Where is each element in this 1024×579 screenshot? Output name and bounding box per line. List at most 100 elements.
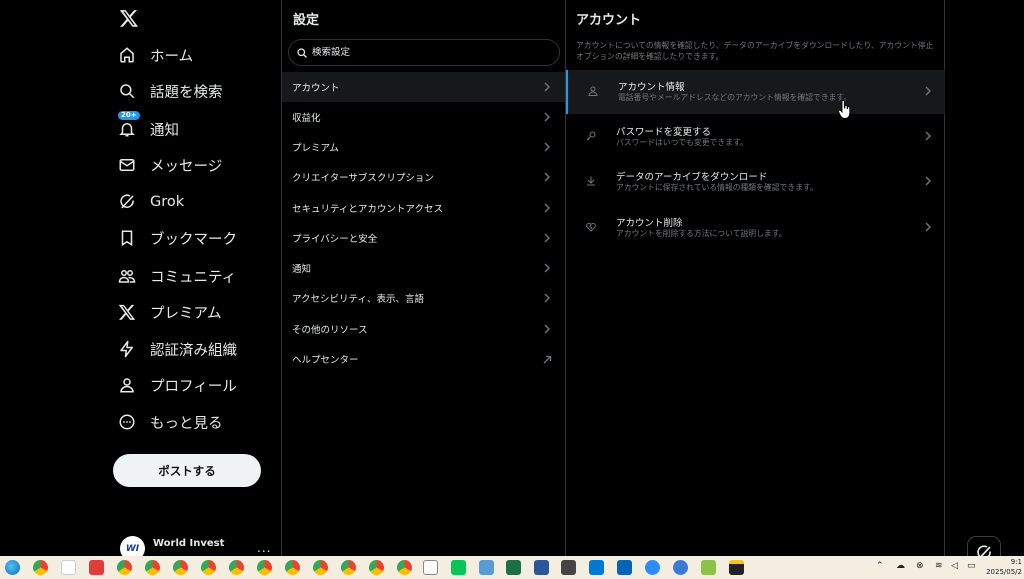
settings-item-resources[interactable]: その他のリソース (282, 314, 565, 344)
battery-icon[interactable]: ▭ (967, 561, 976, 571)
slack-icon[interactable] (61, 560, 76, 575)
settings-search[interactable] (288, 39, 560, 66)
x-logo-icon[interactable] (118, 8, 140, 28)
chevron-right-icon (925, 86, 931, 96)
chrome-icon[interactable] (397, 560, 412, 575)
settings-item-accessibility[interactable]: アクセシビリティ、表示、言語 (282, 283, 565, 313)
wifi-icon[interactable]: ≋ (935, 561, 943, 571)
row-title: アカウント情報 (618, 82, 685, 93)
chevron-right-icon (544, 263, 550, 273)
clock-time: 9:1 (1010, 558, 1022, 566)
word-icon[interactable] (534, 560, 549, 575)
grok-icon (116, 191, 138, 213)
nav-explore[interactable]: 話題を検索 (116, 76, 223, 106)
settings-item-label: プライバシーと安全 (292, 234, 378, 245)
nav-premium[interactable]: プレミアム (116, 297, 222, 327)
change-password-row[interactable]: パスワードを変更する パスワードはいつでも変更できます。 (566, 115, 945, 159)
taskbar-clock[interactable]: 9:1 2025/05/2 (986, 557, 1022, 577)
row-title: パスワードを変更する (616, 127, 712, 138)
settings-item-label: アカウント (292, 83, 340, 94)
settings-item-label: アクセシビリティ、表示、言語 (292, 294, 424, 305)
chrome-icon[interactable] (145, 560, 160, 575)
chrome-icon[interactable] (201, 560, 216, 575)
post-button[interactable]: ポストする (113, 454, 261, 487)
settings-item-notifications[interactable]: 通知 (282, 253, 565, 283)
nav-label: プレミアム (150, 305, 222, 322)
settings-item-privacy[interactable]: プライバシーと安全 (282, 223, 565, 253)
settings-item-label: 通知 (292, 264, 312, 275)
cloud-icon[interactable]: ☁ (896, 561, 905, 571)
nav-label: 通知 (150, 122, 179, 139)
chrome-icon[interactable] (341, 560, 356, 575)
settings-item-label: クリエイターサブスクリプション (292, 173, 434, 184)
chrome-icon[interactable] (117, 560, 132, 575)
row-title: アカウント削除 (616, 218, 683, 229)
volume-icon[interactable]: ◁ (951, 561, 958, 571)
chrome-icon[interactable] (257, 560, 272, 575)
account-detail-column: アカウント アカウントについての情報を確認したり、データのアーカイブをダウンロー… (566, 0, 945, 556)
excel-icon[interactable] (506, 560, 521, 575)
nav-profile[interactable]: プロフィール (116, 370, 237, 400)
nav-messages[interactable]: メッセージ (116, 150, 222, 180)
snipping-tool-icon[interactable] (561, 560, 576, 575)
row-subtitle: 電話番号やメールアドレスなどのアカウント情報を確認できます。 (618, 93, 852, 102)
chrome-icon[interactable] (313, 560, 328, 575)
chrome-icon[interactable] (33, 560, 48, 575)
nav-verified-orgs[interactable]: 認証済み組織 (116, 334, 237, 364)
settings-item-creator-subscriptions[interactable]: クリエイターサブスクリプション (282, 162, 565, 192)
delete-account-row[interactable]: アカウント削除 アカウントを削除する方法について説明します。 (566, 206, 945, 250)
chrome-icon[interactable] (173, 560, 188, 575)
outlook-icon[interactable] (617, 560, 632, 575)
nav-label: 認証済み組織 (150, 342, 237, 359)
nav-notifications[interactable]: 20+ 通知 (116, 111, 179, 144)
chevron-right-icon (925, 131, 931, 141)
settings-item-account[interactable]: アカウント (282, 72, 565, 102)
sticky-notes-icon[interactable] (729, 560, 744, 575)
person-icon (588, 86, 598, 96)
nav-more[interactable]: もっと見る (116, 407, 223, 437)
mail-icon (116, 154, 138, 176)
left-navigation: ホーム 話題を検索 20+ 通知 メッセージ Grok ブックマーク コミュニテ… (0, 0, 282, 561)
nav-bookmarks[interactable]: ブックマーク (116, 223, 237, 253)
edge-icon[interactable] (5, 560, 20, 575)
zoom-icon[interactable] (645, 560, 660, 575)
chevron-right-icon (544, 142, 550, 152)
notepad-icon[interactable] (423, 560, 438, 575)
home-icon (116, 44, 138, 66)
settings-item-help-center[interactable]: ヘルプセンター (282, 344, 565, 374)
nav-label: プロフィール (150, 378, 237, 395)
chrome-icon[interactable] (229, 560, 244, 575)
account-info-row[interactable]: アカウント情報 電話番号やメールアドレスなどのアカウント情報を確認できます。 (566, 70, 945, 114)
chevron-right-icon (544, 172, 550, 182)
download-archive-row[interactable]: データのアーカイブをダウンロード アカウントに保存されている情報の種類を確認でき… (566, 160, 945, 204)
chevron-right-icon (544, 82, 550, 92)
x-premium-icon (116, 301, 138, 323)
settings-item-monetization[interactable]: 収益化 (282, 102, 565, 132)
search-input[interactable] (312, 47, 552, 58)
chevron-up-icon[interactable]: ⌃ (876, 561, 884, 571)
line-icon[interactable] (451, 560, 466, 575)
settings-item-label: プレミアム (292, 143, 339, 154)
bell-icon: 20+ (116, 111, 140, 140)
nav-communities[interactable]: コミュニティ (116, 261, 236, 291)
settings-item-premium[interactable]: プレミアム (282, 132, 565, 162)
nav-label: Grok (150, 194, 185, 210)
settings-item-label: その他のリソース (292, 325, 368, 336)
chrome-icon[interactable] (285, 560, 300, 575)
settings-item-security[interactable]: セキュリティとアカウントアクセス (282, 193, 565, 223)
nav-home[interactable]: ホーム (116, 40, 193, 70)
account-switcher[interactable]: WI World Invest ... (120, 536, 270, 561)
app-icon[interactable] (479, 560, 494, 575)
key-icon (586, 131, 596, 141)
more-options-icon[interactable]: ... (257, 541, 271, 555)
app-icon[interactable] (701, 560, 716, 575)
settings-item-label: 収益化 (292, 113, 321, 124)
account-name: World Invest (153, 538, 225, 549)
close-circle-icon[interactable]: ⊗ (916, 561, 924, 571)
nav-label: もっと見る (150, 415, 223, 432)
app-icon[interactable] (589, 560, 604, 575)
nav-grok[interactable]: Grok (116, 187, 184, 217)
app-icon[interactable] (673, 560, 688, 575)
vivaldi-icon[interactable] (89, 560, 104, 575)
chrome-icon[interactable] (369, 560, 384, 575)
